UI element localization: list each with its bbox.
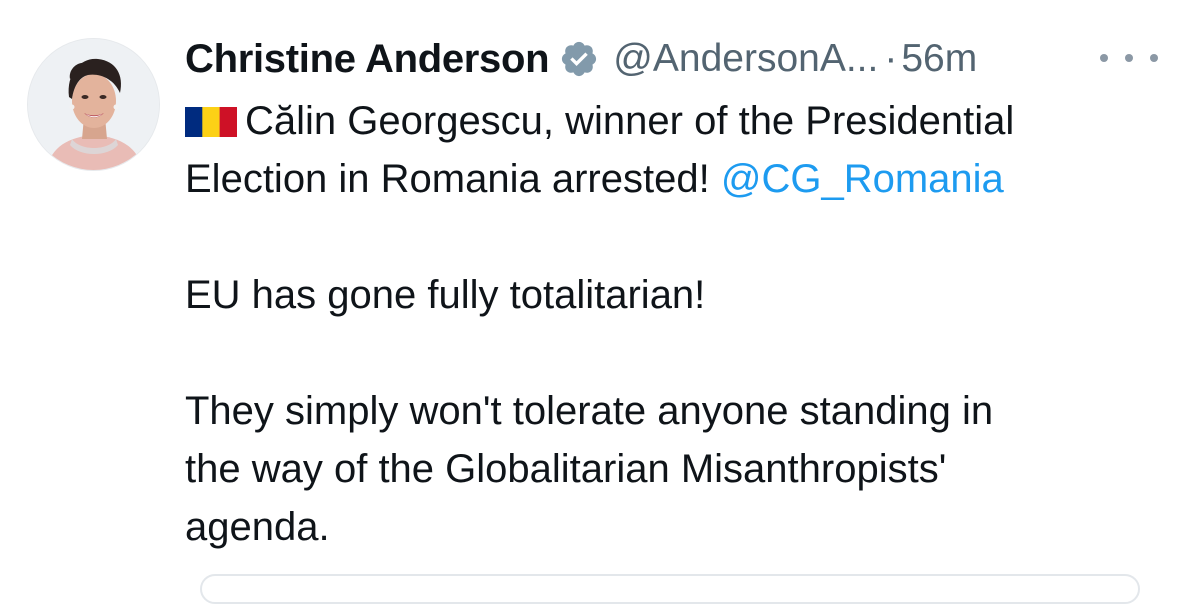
paragraph-3-line-2: the way of the Globalitarian Misanthropi… [185,447,947,491]
separator-dot: · [884,37,898,80]
author-name[interactable]: Christine Anderson [185,37,550,82]
paragraph-3-line-1: They simply won't tolerate anyone standi… [185,389,994,433]
avatar-image [28,39,159,170]
more-options-icon[interactable] [1100,48,1158,68]
text-line-2: Election in Romania arrested! @CG_Romani… [185,150,1145,208]
avatar[interactable] [27,38,160,171]
romania-flag-icon [185,95,237,137]
verified-badge-icon[interactable] [559,39,599,79]
text-line-2-content: Election in Romania arrested! [185,157,710,201]
paragraph-2: EU has gone fully totalitarian! [185,273,706,317]
author-handle[interactable]: @AndersonA... [613,37,878,81]
text-line-1-content: Călin Georgescu, winner of the President… [245,99,1015,143]
mention-link[interactable]: @CG_Romania [721,157,1004,201]
timestamp[interactable]: 56m [901,37,977,81]
tweet-header: Christine Anderson @AndersonA... · 56m [185,34,977,84]
tweet: Christine Anderson @AndersonA... · 56m C… [0,0,1179,604]
text-line-1: Călin Georgescu, winner of the President… [185,92,1145,150]
tweet-text: Călin Georgescu, winner of the President… [185,92,1145,556]
paragraph-3-line-3: agenda. [185,505,330,549]
